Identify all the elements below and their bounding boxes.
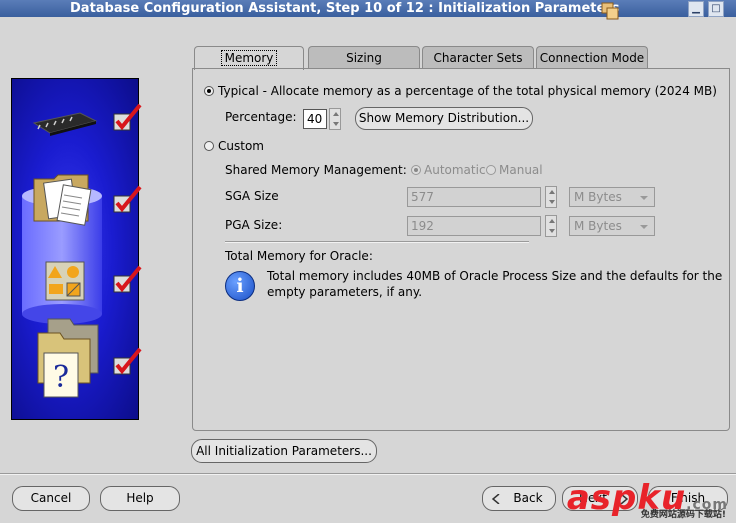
pga-unit-select[interactable]: M Bytes (569, 216, 655, 236)
sga-size-input[interactable]: 577 (407, 187, 541, 207)
documents-icon (33, 174, 92, 226)
wizard-image-panel: ? (11, 78, 142, 420)
total-memory-separator (225, 241, 529, 243)
automatic-radio[interactable] (411, 165, 421, 175)
total-memory-label: Total Memory for Oracle: (225, 249, 373, 263)
percentage-input[interactable]: 40 (303, 109, 327, 129)
tab-connection-mode[interactable]: Connection Mode (536, 46, 648, 68)
pga-size-label: PGA Size: (225, 218, 283, 232)
automatic-label: Automatic (424, 163, 486, 177)
shared-memory-management-label: Shared Memory Management: (225, 163, 407, 177)
manual-radio[interactable] (486, 165, 496, 175)
help-document-icon: ? (37, 318, 99, 398)
back-button-label: Back (513, 491, 543, 505)
back-button[interactable]: Back (482, 486, 556, 511)
all-initialization-parameters-button[interactable]: All Initialization Parameters... (191, 439, 377, 463)
show-memory-distribution-button[interactable]: Show Memory Distribution... (355, 107, 533, 130)
shapes-parameters-icon (45, 261, 85, 301)
step-complete-check-icon (113, 265, 142, 293)
tab-connection-mode-label: Connection Mode (539, 51, 645, 65)
typical-label: Typical - Allocate memory as a percentag… (218, 84, 717, 98)
custom-label: Custom (218, 139, 264, 153)
pga-size-spinner[interactable] (545, 215, 557, 237)
tab-character-sets-label: Character Sets (433, 51, 523, 65)
info-text-line2: empty parameters, if any. (267, 285, 423, 299)
tab-sizing-label: Sizing (346, 51, 382, 65)
pga-size-input[interactable]: 192 (407, 216, 541, 236)
tab-memory[interactable]: Memory (194, 46, 304, 70)
cancel-button[interactable]: Cancel (12, 486, 90, 511)
footer-separator (0, 473, 736, 475)
tab-memory-label: Memory (220, 50, 278, 66)
step-complete-check-icon (113, 347, 142, 375)
sga-size-spinner[interactable] (545, 186, 557, 208)
maximize-button[interactable]: □ (708, 1, 724, 17)
chevron-left-icon (492, 494, 500, 504)
minimize-button[interactable]: ▁ (688, 1, 704, 17)
custom-radio[interactable] (204, 141, 214, 151)
step-complete-check-icon (113, 185, 142, 213)
info-text-line1: Total memory includes 40MB of Oracle Pro… (267, 269, 723, 283)
memory-chip-icon (32, 112, 98, 136)
info-icon: i (225, 271, 255, 301)
watermark-tagline: 免费网站源码下载站! (640, 510, 726, 520)
help-button[interactable]: Help (100, 486, 180, 511)
percentage-label: Percentage: (225, 110, 297, 124)
window-title: Database Configuration Assistant, Step 1… (70, 1, 620, 16)
window-titlebar: Database Configuration Assistant, Step 1… (0, 0, 736, 20)
window-menu-icon[interactable] (599, 0, 621, 22)
percentage-spinner[interactable] (329, 108, 341, 130)
memory-tab-panel: Typical - Allocate memory as a percentag… (192, 68, 730, 431)
tab-character-sets[interactable]: Character Sets (422, 46, 534, 68)
svg-text:?: ? (53, 360, 69, 395)
tab-sizing[interactable]: Sizing (308, 46, 420, 68)
typical-radio[interactable] (204, 86, 214, 96)
manual-label: Manual (499, 163, 543, 177)
aspku-watermark: aspku.com 免费网站源码下载站! (567, 478, 728, 520)
sga-size-label: SGA Size (225, 189, 279, 203)
sga-unit-select[interactable]: M Bytes (569, 187, 655, 207)
step-complete-check-icon (113, 103, 142, 131)
